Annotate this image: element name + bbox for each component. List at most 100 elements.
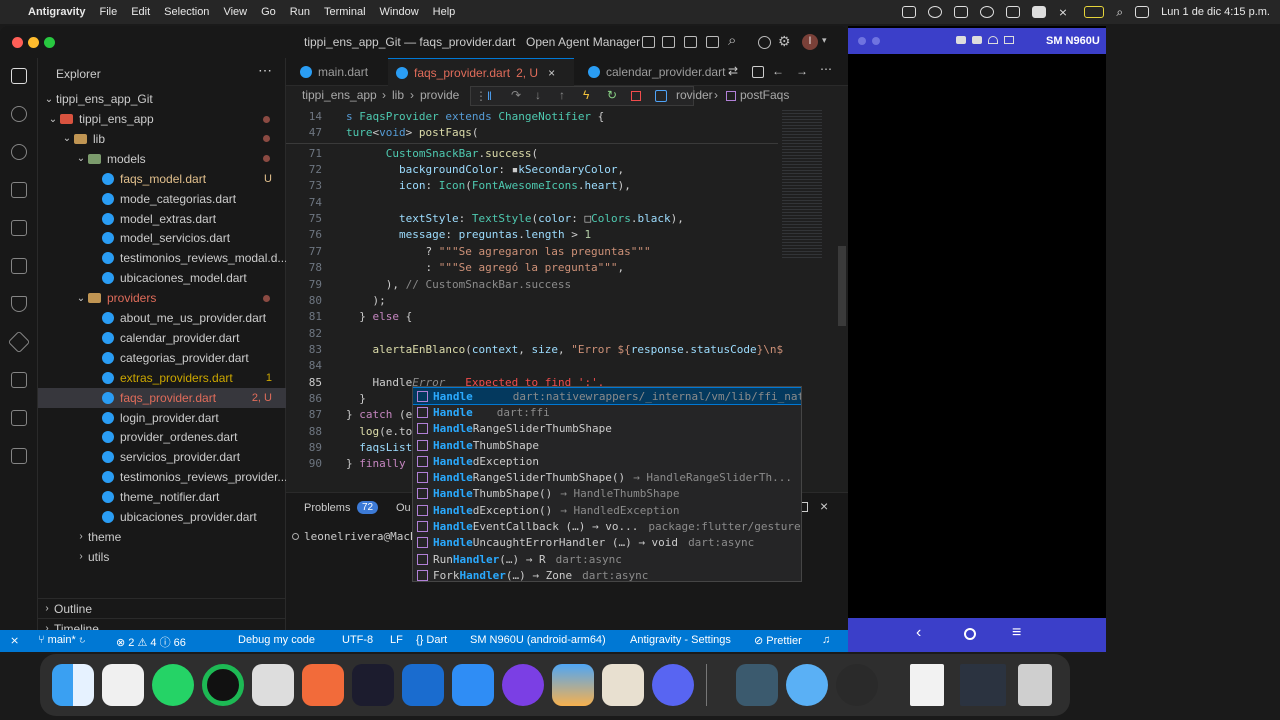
tree-item[interactable]: faqs_provider.dart 2, U xyxy=(38,387,286,408)
status-icon-4[interactable] xyxy=(980,6,995,18)
control-center-icon[interactable] xyxy=(1135,6,1150,18)
breadcrumb-item[interactable]: postFaqs xyxy=(740,88,789,102)
tree-item[interactable]: model_servicios.dart xyxy=(38,228,286,248)
suggestion-item[interactable]: Handle RangeSliderThumbShape() → HandleRan… xyxy=(413,470,801,486)
tree-item[interactable]: ⌄ tippi_ens_app xyxy=(38,109,286,129)
arrow-right-icon[interactable]: → xyxy=(796,64,808,78)
back-button[interactable]: ‹ xyxy=(916,624,921,642)
code-line[interactable]: s FaqsProvider extends ChangeNotifier { xyxy=(346,110,604,123)
tab-main-dart[interactable]: main.dart xyxy=(286,58,388,86)
search-view-icon[interactable] xyxy=(11,106,27,122)
wifi-off-icon[interactable]: ⨯ xyxy=(1058,6,1072,19)
clock[interactable]: Lun 1 de dic 4:15 p.m. xyxy=(1161,6,1270,18)
code-line[interactable]: log(e.to xyxy=(346,425,412,438)
battery-icon[interactable] xyxy=(1084,6,1105,18)
keyboard-a-icon[interactable] xyxy=(1032,6,1047,18)
code-line[interactable]: icon: Icon(FontAwesomeIcons.heart), xyxy=(346,179,631,192)
terminal-prompt[interactable]: leonelrivera@MacB xyxy=(304,530,417,543)
gear-icon[interactable]: ⚙ xyxy=(778,33,791,50)
suggestion-item[interactable]: Handle dart:nativewrappers/_internal/vm/l… xyxy=(413,387,801,406)
explorer-icon[interactable] xyxy=(11,68,27,84)
camera-icon[interactable] xyxy=(956,36,966,44)
code-line[interactable]: message: preguntas.length > 1 xyxy=(346,228,591,241)
step-over-icon[interactable]: ↷ xyxy=(511,88,521,102)
discord-icon[interactable] xyxy=(652,664,694,706)
status-icon-1[interactable] xyxy=(902,6,917,18)
pause-icon[interactable]: ‖ xyxy=(487,89,492,103)
open-agent-manager-button[interactable]: Open Agent Manager xyxy=(526,35,640,49)
close-panel-icon[interactable]: × xyxy=(820,498,828,514)
hot-reload-icon[interactable]: ϟ xyxy=(583,88,589,102)
tree-item[interactable]: provider_ordenes.dart xyxy=(38,427,286,447)
obs-icon[interactable] xyxy=(836,664,878,706)
close-window-button[interactable] xyxy=(858,37,866,45)
problems-status[interactable]: ⊗ 2 ⚠ 4 ⓘ 66 xyxy=(116,634,186,650)
breadcrumb-item[interactable]: rovider xyxy=(676,88,713,102)
files-app-icon[interactable] xyxy=(452,664,494,706)
tree-item[interactable]: testimonios_reviews_provider... xyxy=(38,467,287,487)
tree-item[interactable]: mode_categorias.dart xyxy=(38,189,286,209)
pencil-icon[interactable] xyxy=(11,372,27,388)
devtools-icon[interactable] xyxy=(655,90,667,102)
whatsapp-icon[interactable] xyxy=(152,664,194,706)
suggestion-item[interactable]: Handle EventCallback (…) → vo... package:f… xyxy=(413,518,801,534)
tree-item[interactable]: theme_notifier.dart xyxy=(38,487,286,507)
terminal-view-icon[interactable] xyxy=(11,448,27,464)
pencil-app-icon[interactable] xyxy=(302,664,344,706)
tree-item[interactable]: ⌄ providers xyxy=(38,288,286,308)
tree-item[interactable]: categorias_provider.dart xyxy=(38,348,286,368)
tree-item[interactable]: › theme xyxy=(38,527,286,547)
remote-icon[interactable]: ⨯ xyxy=(10,634,19,647)
account-avatar[interactable]: l xyxy=(802,34,818,50)
menu-run[interactable]: Run xyxy=(290,6,310,18)
launchpad-icon[interactable] xyxy=(102,664,144,706)
menu-view[interactable]: View xyxy=(223,6,247,18)
window-icon[interactable] xyxy=(1006,6,1021,18)
headphones-icon[interactable] xyxy=(988,36,998,44)
menu-help[interactable]: Help xyxy=(433,6,456,18)
code-line[interactable]: textStyle: TextStyle(color: □Colors.blac… xyxy=(346,212,684,225)
code-line[interactable]: alertaEnBlanco(context, size, "Error ${r… xyxy=(346,343,784,356)
remote-explorer-icon[interactable] xyxy=(11,220,27,236)
code-line[interactable]: } finally xyxy=(346,457,406,470)
antigravity-icon[interactable] xyxy=(352,664,394,706)
device-status[interactable]: SM N960U (android-arm64) xyxy=(470,634,606,646)
extensions-icon[interactable] xyxy=(11,258,27,274)
section-outline[interactable]: › Outline xyxy=(38,598,286,618)
compare-icon[interactable]: ⇄ xyxy=(728,64,738,78)
game-app-icon[interactable] xyxy=(602,664,644,706)
testing-icon[interactable] xyxy=(11,296,27,312)
menu-window[interactable]: Window xyxy=(380,6,419,18)
tree-item[interactable]: extras_providers.dart 1 xyxy=(38,368,286,388)
tab-output[interactable]: Ou xyxy=(396,502,411,514)
breadcrumb-item[interactable]: tippi_ens_app xyxy=(302,88,377,102)
home-button[interactable] xyxy=(964,628,976,640)
tree-item[interactable]: › utils xyxy=(38,547,286,567)
tree-item[interactable]: model_extras.dart xyxy=(38,209,286,229)
suggestion-item[interactable]: Handle UncaughtErrorHandler (…) → void dar… xyxy=(413,535,801,551)
tree-item[interactable]: ⌄ lib xyxy=(38,129,286,149)
code-line[interactable]: ); xyxy=(346,294,385,307)
code-line[interactable]: } catch (e xyxy=(346,408,412,421)
status-icon-2[interactable] xyxy=(928,6,943,18)
toggle-secondary-sidebar-icon[interactable] xyxy=(706,36,719,48)
menu-terminal[interactable]: Terminal xyxy=(324,6,366,18)
weather-app-icon[interactable] xyxy=(552,664,594,706)
step-into-icon[interactable]: ↓ xyxy=(535,88,541,102)
notifications-icon[interactable]: ♫ xyxy=(822,634,830,646)
more-actions-icon[interactable]: ⋯ xyxy=(820,62,832,76)
toggle-panel-icon[interactable] xyxy=(684,36,697,48)
code-line[interactable]: } else { xyxy=(346,310,412,323)
code-line[interactable]: ture<void> postFaqs( xyxy=(346,126,478,139)
tab-problems[interactable]: Problems xyxy=(304,502,350,514)
trash-icon[interactable] xyxy=(1018,664,1052,706)
close-window-button[interactable] xyxy=(12,37,23,48)
code-line[interactable]: ), // CustomSnackBar.success xyxy=(346,278,571,291)
language-status[interactable]: {} Dart xyxy=(416,634,447,646)
chevron-down-icon[interactable]: ▾ xyxy=(822,35,827,46)
settings-status[interactable]: Antigravity - Settings xyxy=(630,634,731,646)
tab-calendar-provider[interactable]: calendar_provider.dart xyxy=(574,58,725,86)
menu-selection[interactable]: Selection xyxy=(164,6,209,18)
drag-handle-icon[interactable]: ⋮ xyxy=(475,89,487,103)
minimize-window-button[interactable] xyxy=(872,37,880,45)
